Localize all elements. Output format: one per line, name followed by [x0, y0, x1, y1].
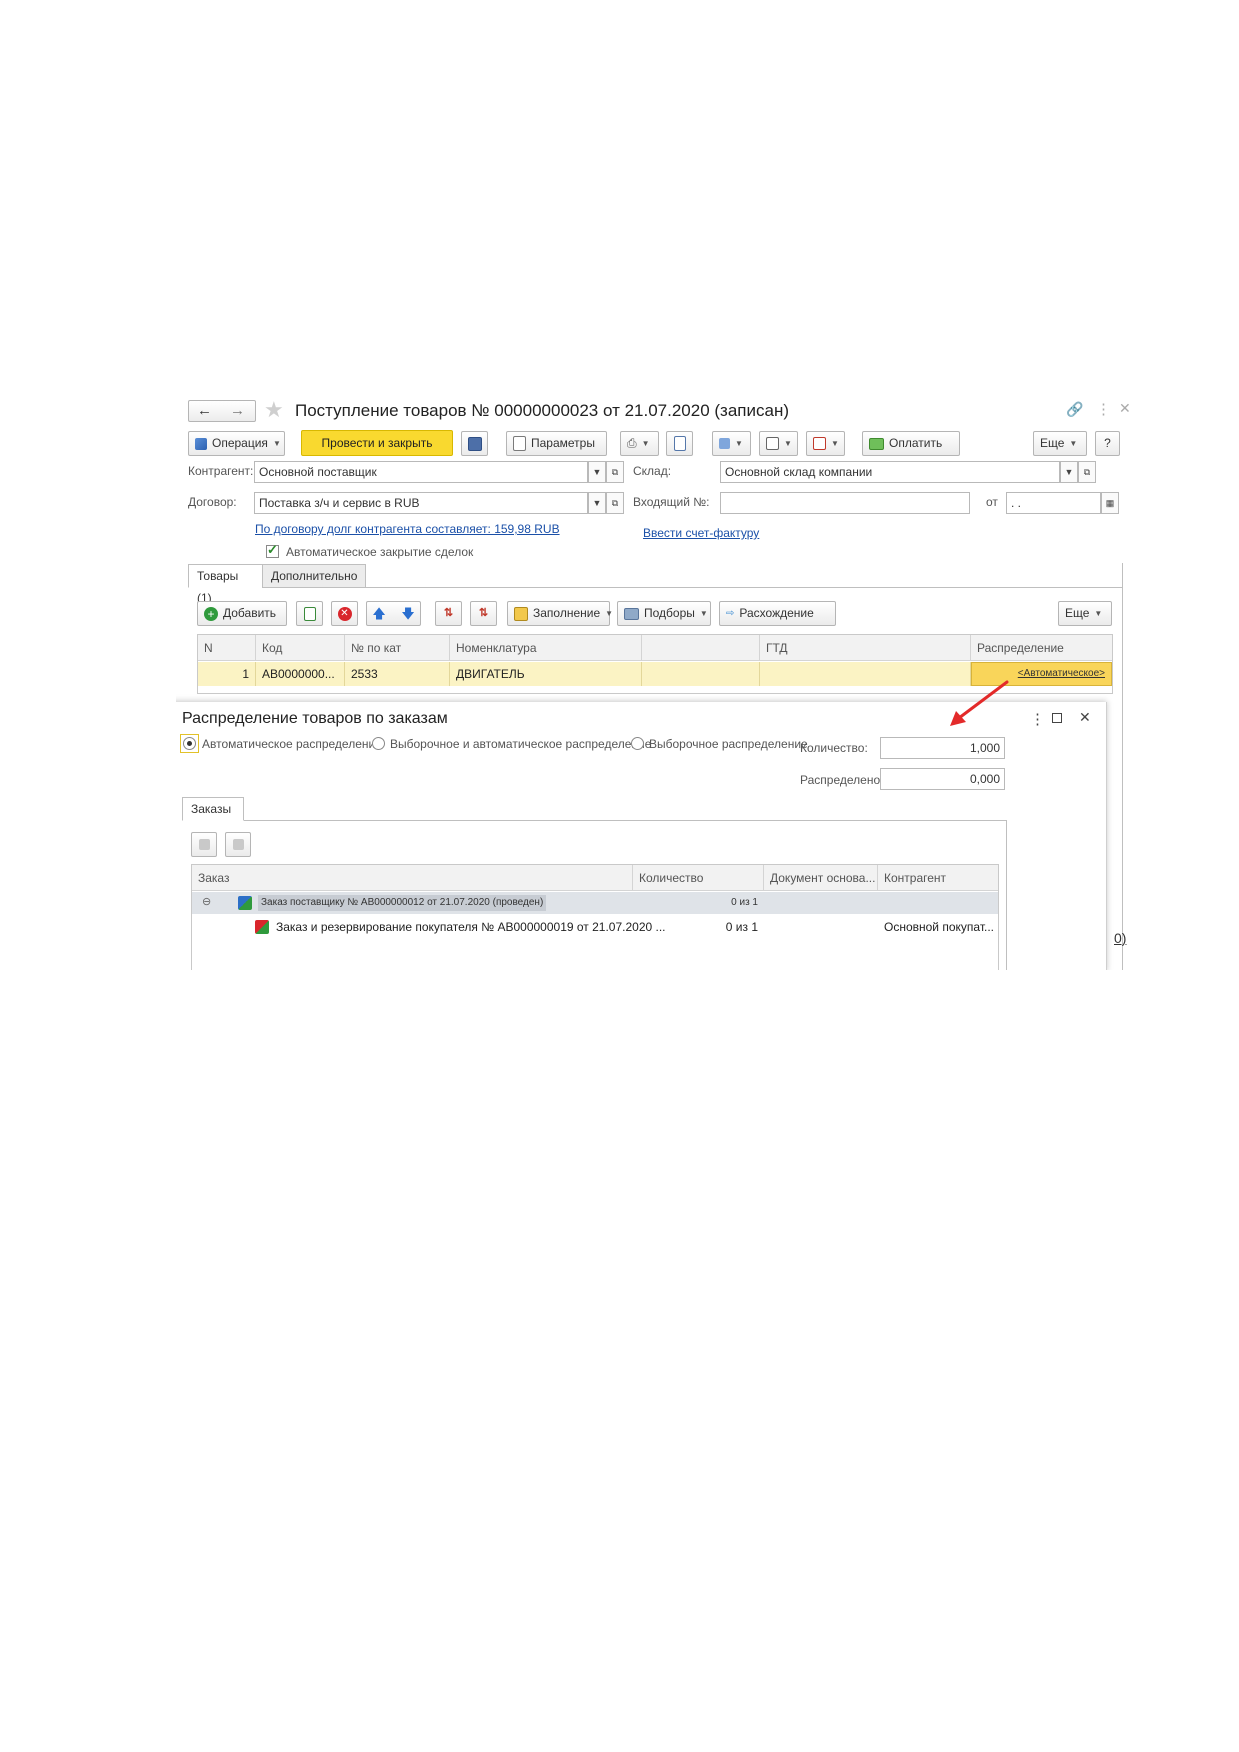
annotation-arrow-line [957, 680, 1009, 720]
screenshot-area: ← → ★ Поступление товаров № 00000000023 … [176, 396, 1144, 970]
annotation-arrow [950, 680, 1009, 726]
